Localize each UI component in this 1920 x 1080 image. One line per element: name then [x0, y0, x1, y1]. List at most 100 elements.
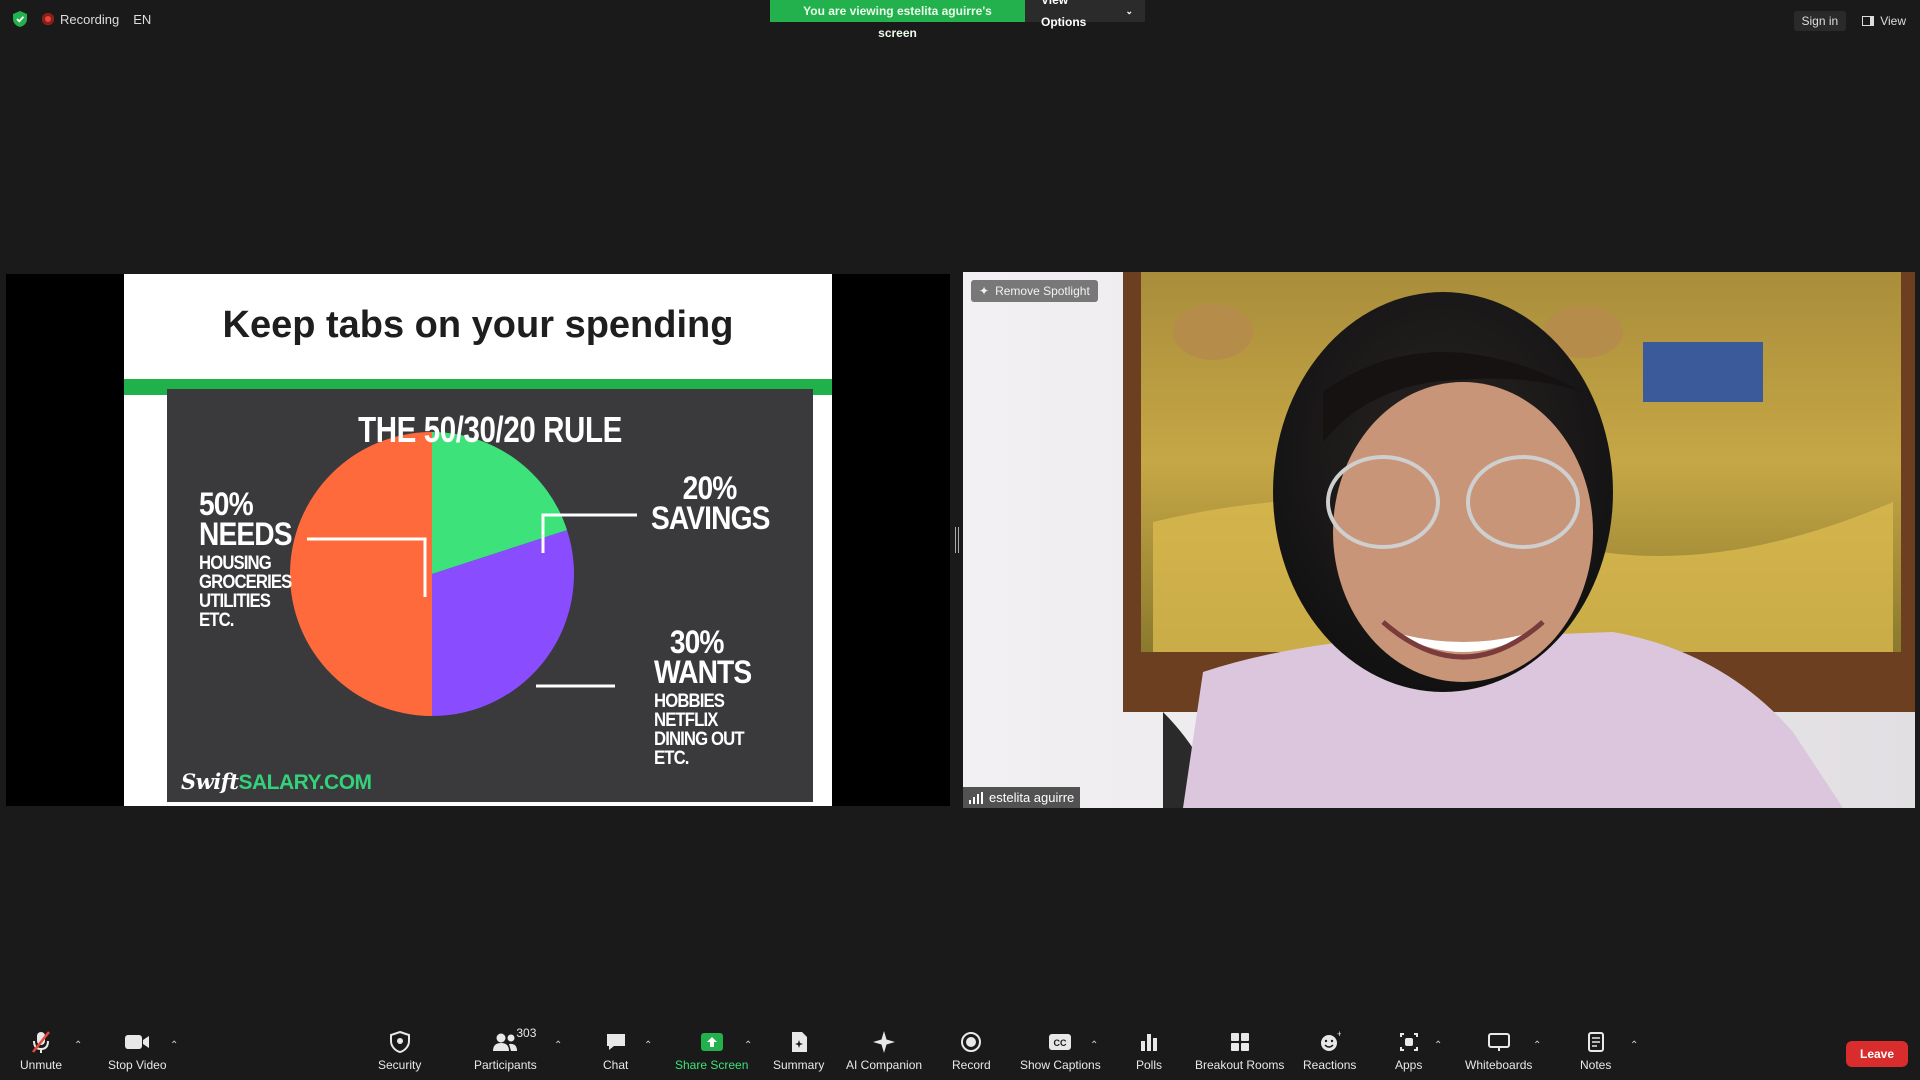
savings-label: 20% SAVINGS	[651, 470, 786, 537]
pie-slice-needs	[290, 432, 432, 716]
needs-item: ETC.	[199, 609, 234, 631]
presentation-slide: Keep tabs on your spending THE 50/30/20 …	[124, 274, 832, 806]
whiteboard-icon	[1487, 1030, 1511, 1054]
meeting-toolbar: Unmute ⌃ Stop Video ⌃ Security 303 Parti…	[0, 1024, 1920, 1080]
savings-percent: 20%	[682, 470, 738, 506]
whiteboards-label: Whiteboards	[1465, 1058, 1533, 1072]
record-button[interactable]: Record	[952, 1030, 991, 1072]
rule-chart-card: THE 50/30/20 RULE 50% NEEDS HOUSING GROC…	[167, 389, 813, 802]
needs-item: GROCERIES	[199, 571, 292, 593]
needs-item: UTILITIES	[199, 590, 271, 612]
whiteboards-caret-icon[interactable]: ⌃	[1533, 1040, 1541, 1051]
participant-name-tag: estelita aguirre	[963, 787, 1081, 808]
pin-icon: ✦	[979, 284, 990, 298]
wants-item: NETFLIX	[654, 709, 718, 731]
polls-button[interactable]: Polls	[1136, 1030, 1162, 1072]
chat-button[interactable]: Chat	[603, 1030, 628, 1072]
share-screen-label: Share Screen	[675, 1058, 749, 1072]
captions-cc-icon: CC	[1048, 1030, 1072, 1054]
share-screen-button[interactable]: Share Screen	[675, 1030, 748, 1072]
show-captions-label: Show Captions	[1020, 1058, 1101, 1072]
security-button[interactable]: Security	[378, 1030, 421, 1072]
recording-label: Recording	[60, 11, 120, 27]
notes-icon	[1587, 1030, 1605, 1054]
pane-resize-handle[interactable]	[955, 527, 959, 553]
show-captions-button[interactable]: CC Show Captions	[1020, 1030, 1101, 1072]
ai-companion-button[interactable]: AI Companion	[846, 1030, 922, 1072]
top-left-status: Recording EN	[12, 10, 151, 28]
top-right-controls: Sign in View	[1793, 11, 1906, 31]
leave-button[interactable]: Leave	[1846, 1041, 1908, 1067]
recording-indicator[interactable]: Recording	[42, 12, 119, 27]
share-screen-icon	[700, 1030, 724, 1054]
audio-options-caret-icon[interactable]: ⌃	[74, 1040, 82, 1051]
summary-icon	[789, 1030, 809, 1054]
chevron-down-icon: ⌄	[1125, 6, 1133, 16]
apps-caret-icon[interactable]: ⌃	[1434, 1040, 1442, 1051]
view-layout-icon	[1862, 16, 1875, 26]
brand-prefix: Swift	[181, 769, 239, 794]
stop-video-label: Stop Video	[108, 1058, 167, 1072]
wants-item: ETC.	[654, 747, 689, 769]
apps-label: Apps	[1395, 1058, 1423, 1072]
notes-caret-icon[interactable]: ⌃	[1630, 1040, 1638, 1051]
reactions-button[interactable]: + Reactions	[1303, 1030, 1356, 1072]
breakout-grid-icon	[1230, 1030, 1250, 1054]
sign-in-button[interactable]: Sign in	[1793, 11, 1847, 31]
top-bar: Recording EN You are viewing estelita ag…	[0, 0, 1920, 40]
participants-label: Participants	[474, 1058, 537, 1072]
stop-video-button[interactable]: Stop Video	[108, 1030, 167, 1072]
remove-spotlight-button[interactable]: ✦ Remove Spotlight	[971, 280, 1098, 302]
breakout-rooms-button[interactable]: Breakout Rooms	[1195, 1030, 1284, 1072]
record-dot-icon	[42, 13, 54, 25]
viewing-banner: You are viewing estelita aguirre's scree…	[770, 0, 1025, 40]
brand-logo: SwiftSALARY.COM	[181, 769, 372, 795]
participant-name: estelita aguirre	[989, 790, 1075, 805]
slide-title: Keep tabs on your spending	[222, 304, 734, 346]
unmute-button[interactable]: Unmute	[20, 1030, 62, 1072]
security-label: Security	[378, 1058, 422, 1072]
summary-button[interactable]: Summary	[773, 1030, 824, 1072]
sparkle-icon	[872, 1030, 896, 1054]
participants-caret-icon[interactable]: ⌃	[554, 1040, 562, 1051]
viewing-banner-group: You are viewing estelita aguirre's scree…	[770, 0, 1145, 40]
ai-companion-label: AI Companion	[846, 1058, 923, 1072]
svg-text:CC: CC	[1054, 1038, 1067, 1048]
security-shield-icon	[389, 1030, 410, 1054]
chat-caret-icon[interactable]: ⌃	[644, 1040, 652, 1051]
video-frame-image	[963, 272, 1915, 808]
needs-label: 50% NEEDS HOUSING GROCERIES UTILITIES ET…	[199, 486, 304, 631]
wants-percent: 30%	[669, 624, 725, 660]
savings-name: SAVINGS	[651, 500, 770, 537]
view-options-button[interactable]: View Options ⌄	[1025, 0, 1145, 29]
language-indicator[interactable]: EN	[133, 12, 151, 27]
needs-percent: 50%	[199, 486, 254, 522]
wants-name: WANTS	[654, 654, 752, 691]
needs-item: HOUSING	[199, 552, 272, 574]
apps-icon	[1398, 1030, 1420, 1054]
wants-item: HOBBIES	[654, 690, 725, 712]
whiteboards-button[interactable]: Whiteboards	[1465, 1030, 1532, 1072]
shared-screen-pane[interactable]: Keep tabs on your spending THE 50/30/20 …	[6, 274, 950, 806]
participants-button[interactable]: 303 Participants	[474, 1026, 537, 1072]
signal-bars-icon	[969, 791, 983, 804]
svg-text:+: +	[1337, 1031, 1341, 1039]
captions-caret-icon[interactable]: ⌃	[1090, 1040, 1098, 1051]
brand-suffix: SALARY.COM	[238, 771, 372, 794]
participant-video[interactable]: ✦ Remove Spotlight estelita aguirre	[963, 272, 1915, 808]
polls-bar-chart-icon	[1139, 1030, 1159, 1054]
needs-name: NEEDS	[199, 516, 293, 553]
apps-button[interactable]: Apps	[1395, 1030, 1422, 1072]
share-caret-icon[interactable]: ⌃	[744, 1040, 752, 1051]
polls-label: Polls	[1136, 1058, 1163, 1072]
chat-bubble-icon	[605, 1030, 627, 1054]
view-button[interactable]: View	[1862, 14, 1906, 28]
unmute-label: Unmute	[20, 1058, 63, 1072]
microphone-muted-icon	[30, 1030, 52, 1054]
shield-icon[interactable]	[12, 10, 28, 28]
view-options-label: View Options	[1041, 0, 1087, 29]
video-options-caret-icon[interactable]: ⌃	[170, 1040, 178, 1051]
record-icon	[960, 1030, 982, 1054]
breakout-rooms-label: Breakout Rooms	[1195, 1058, 1285, 1072]
notes-button[interactable]: Notes	[1580, 1030, 1611, 1072]
